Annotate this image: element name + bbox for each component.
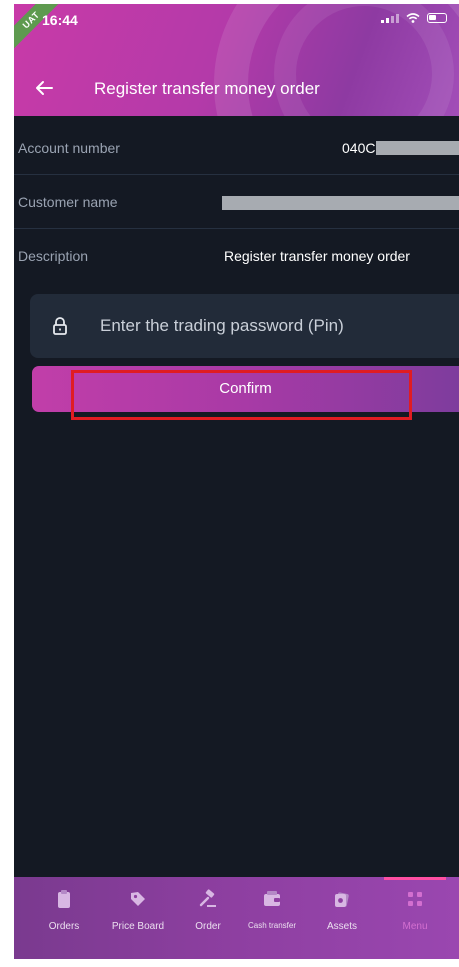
gavel-icon	[199, 889, 216, 907]
clipboard-icon	[58, 890, 70, 908]
tab-price-board[interactable]: Price Board	[102, 889, 174, 953]
description-row: Description Register transfer money orde…	[14, 229, 459, 283]
tab-label: Orders	[48, 921, 80, 932]
battery-icon	[427, 13, 447, 23]
bottom-tab-bar: Orders Price Board Order Cash transfer A…	[14, 877, 459, 959]
redaction-mask	[376, 141, 459, 155]
account-number-row: Account number 040C	[14, 121, 459, 175]
signal-icon	[381, 13, 399, 23]
description-label: Description	[18, 248, 89, 264]
wallet-icon	[264, 891, 280, 906]
pin-input[interactable]	[100, 310, 440, 342]
wifi-icon	[406, 13, 420, 23]
grid-icon	[408, 892, 422, 906]
account-number-label: Account number	[18, 140, 120, 156]
customer-name-label: Customer name	[18, 194, 118, 210]
tab-label: Cash transfer	[247, 921, 297, 930]
status-time: 16:44	[42, 12, 78, 28]
phone-screen: UAT 16:44 Register transfer money order …	[14, 4, 459, 959]
back-button[interactable]	[32, 76, 56, 100]
tab-label: Order	[195, 921, 221, 932]
description-value: Register transfer money order	[224, 248, 410, 264]
page-title: Register transfer money order	[94, 79, 320, 98]
confirm-label: Confirm	[219, 380, 272, 397]
app-header: UAT 16:44 Register transfer money order	[14, 4, 459, 116]
coins-icon	[335, 892, 349, 907]
redaction-mask	[222, 196, 459, 210]
pin-field[interactable]	[30, 294, 459, 358]
arrow-left-icon	[36, 81, 53, 95]
tab-order[interactable]: Order	[186, 889, 230, 953]
tab-label: Assets	[326, 921, 357, 932]
tab-assets[interactable]: Assets	[314, 889, 370, 953]
account-number-value: 040C	[342, 140, 376, 156]
active-tab-indicator	[384, 877, 446, 880]
tab-label: Menu	[402, 921, 428, 932]
customer-name-row: Customer name	[14, 175, 459, 229]
tag-icon	[131, 892, 145, 906]
tab-menu[interactable]: Menu	[388, 889, 442, 953]
confirm-button[interactable]: Confirm	[32, 366, 459, 412]
tab-cash-transfer[interactable]: Cash transfer	[240, 889, 304, 953]
tab-orders[interactable]: Orders	[34, 889, 94, 953]
lock-icon	[53, 317, 67, 335]
status-icons	[381, 13, 447, 23]
tab-label: Price Board	[111, 921, 165, 932]
